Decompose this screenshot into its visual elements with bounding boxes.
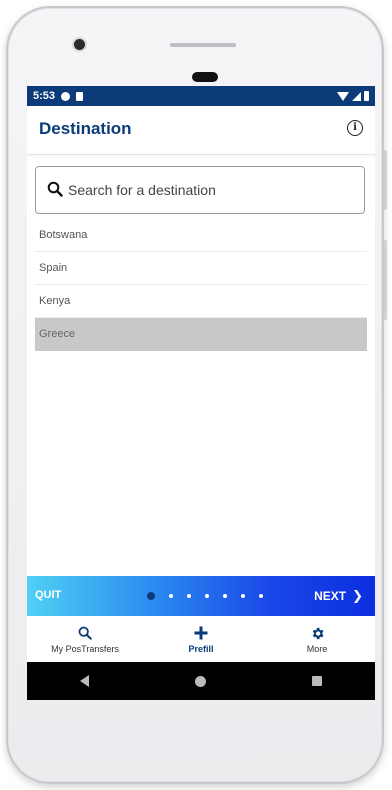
gear-icon xyxy=(312,627,323,639)
page-title: Destination xyxy=(39,119,132,138)
search-input[interactable]: Search for a destination xyxy=(35,166,365,214)
step-dot xyxy=(259,594,263,598)
home-icon[interactable] xyxy=(195,675,206,687)
next-button[interactable]: NEXT ❯ xyxy=(314,588,363,604)
step-dot-active xyxy=(147,592,155,600)
search-placeholder: Search for a destination xyxy=(68,182,216,198)
step-indicator xyxy=(147,592,263,600)
bottom-navigation: My PosTransfers Prefill More xyxy=(27,616,375,662)
search-icon xyxy=(47,181,63,197)
nav-item-prefill[interactable]: Prefill xyxy=(143,616,259,662)
destination-list: Botswana Spain Kenya Greece xyxy=(35,219,367,351)
list-item[interactable]: Botswana xyxy=(35,219,367,252)
plus-icon xyxy=(194,626,208,640)
quit-button[interactable]: QUIT xyxy=(35,589,61,601)
step-dot xyxy=(169,594,173,598)
wizard-bar: QUIT NEXT ❯ xyxy=(27,576,375,616)
status-time: 5:53 xyxy=(33,90,56,102)
back-icon[interactable] xyxy=(80,675,89,687)
step-dot xyxy=(223,594,227,598)
search-icon xyxy=(78,626,92,640)
wifi-icon xyxy=(337,91,349,101)
recent-apps-icon[interactable] xyxy=(312,676,322,686)
step-dot xyxy=(241,594,245,598)
earpiece-speaker xyxy=(170,43,236,47)
nav-label: More xyxy=(306,644,328,654)
step-dot xyxy=(187,594,191,598)
sd-card-icon xyxy=(76,91,84,101)
app-screen: 5:53 Destination i Search for a destinat… xyxy=(27,86,375,700)
list-item-selected[interactable]: Greece xyxy=(35,318,367,351)
chevron-right-icon: ❯ xyxy=(352,588,363,603)
next-label: NEXT xyxy=(314,589,347,603)
nav-label: Prefill xyxy=(188,644,214,654)
battery-icon xyxy=(364,91,369,101)
nav-item-my-postransfers[interactable]: My PosTransfers xyxy=(27,616,143,662)
info-icon[interactable]: i xyxy=(347,120,363,136)
proximity-sensor xyxy=(192,72,218,82)
system-navigation-bar xyxy=(27,662,375,700)
front-camera xyxy=(74,39,85,50)
list-item[interactable]: Spain xyxy=(35,252,367,285)
app-bar: Destination i xyxy=(27,106,375,155)
power-button xyxy=(384,150,387,210)
nav-item-more[interactable]: More xyxy=(259,616,375,662)
list-item[interactable]: Kenya xyxy=(35,285,367,318)
signal-icon xyxy=(352,91,361,101)
volume-button xyxy=(384,240,387,320)
status-bar: 5:53 xyxy=(27,86,375,106)
notification-icon xyxy=(61,91,71,101)
nav-label: My PosTransfers xyxy=(51,644,119,654)
step-dot xyxy=(205,594,209,598)
